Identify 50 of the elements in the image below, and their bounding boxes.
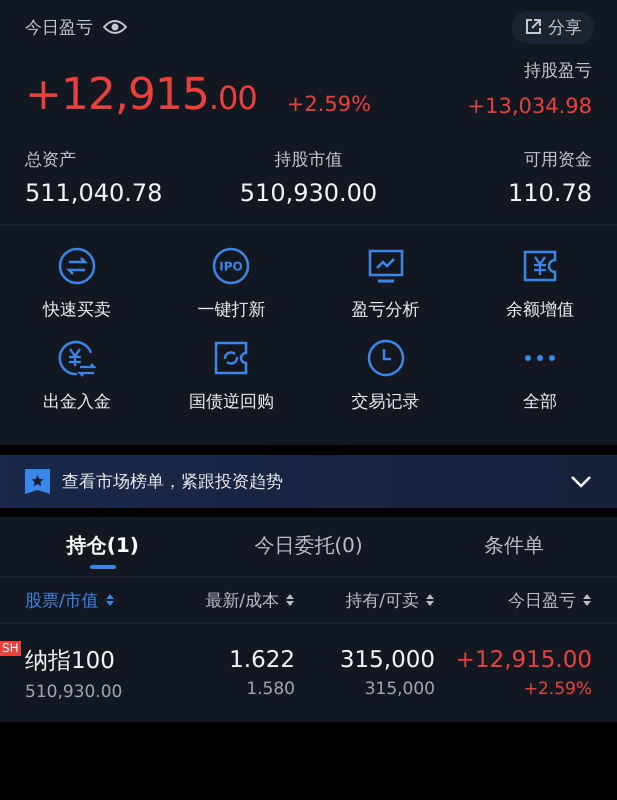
market-badge: SH [0,640,21,656]
column-header[interactable]: 持有/可卖 [295,588,435,612]
stat-value: 511,040.78 [25,179,164,207]
share-icon [524,18,542,36]
cost-price: 1.580 [246,679,295,699]
clock-icon[interactable] [366,339,405,377]
sellable-quantity: 315,000 [364,679,435,699]
yen-exchange-icon[interactable] [58,339,96,377]
today-profit-value: +12,915.00 [25,69,257,122]
action-label[interactable]: 出金入金 [43,390,112,413]
share-button[interactable]: 分享 [512,10,594,44]
ipo-circle-icon[interactable]: IPO [212,247,250,285]
stat-value: 110.78 [508,179,592,207]
market-value: 510,930.00 [25,682,122,702]
tab[interactable]: 持仓(1) [0,517,206,576]
stat-value: 510,930.00 [240,179,378,207]
today-profit-percent: +2.59% [524,679,592,699]
swap-arrows-icon[interactable] [58,247,96,285]
today-profit: +12,915.00 [456,647,592,673]
holding-profit-label: 持股盈亏 [523,60,592,82]
sort-icon [425,593,435,607]
action-label[interactable]: 一键打新 [197,298,266,321]
eye-icon[interactable] [103,19,127,35]
tab[interactable]: 今日委托(0) [206,517,412,576]
sort-icon [285,593,295,607]
action-label[interactable]: 快速买卖 [43,298,112,321]
sort-icon [582,593,592,607]
action-label[interactable]: 交易记录 [352,390,420,413]
action-label[interactable]: 余额增值 [506,298,574,321]
sort-icon [104,593,115,607]
stat-label: 持股市值 [274,149,342,171]
stat-label: 总资产 [25,149,77,171]
held-quantity: 315,000 [340,647,435,673]
action-label[interactable]: 全部 [522,390,557,413]
action-label[interactable]: 国债逆回购 [188,390,274,413]
stat-label: 可用资金 [524,149,592,171]
column-header[interactable]: 最新/成本 [175,588,295,612]
today-profit-percent: +2.59% [286,92,372,116]
chevron-down-icon[interactable] [570,474,592,488]
column-header[interactable]: 股票/市值 [25,588,175,612]
action-label[interactable]: 盈亏分析 [352,298,420,321]
star-bookmark-icon [25,469,50,494]
latest-price: 1.622 [229,647,295,673]
holding-profit-value: +13,034.98 [468,94,592,118]
monitor-chart-icon[interactable] [366,247,405,285]
stock-name[interactable]: 纳指100 [25,644,115,676]
refresh-ticket-icon[interactable] [212,339,250,377]
title-label: 今日盈亏 [25,16,93,38]
column-header[interactable]: 今日盈亏 [435,588,592,612]
tab[interactable]: 条件单 [411,517,617,576]
